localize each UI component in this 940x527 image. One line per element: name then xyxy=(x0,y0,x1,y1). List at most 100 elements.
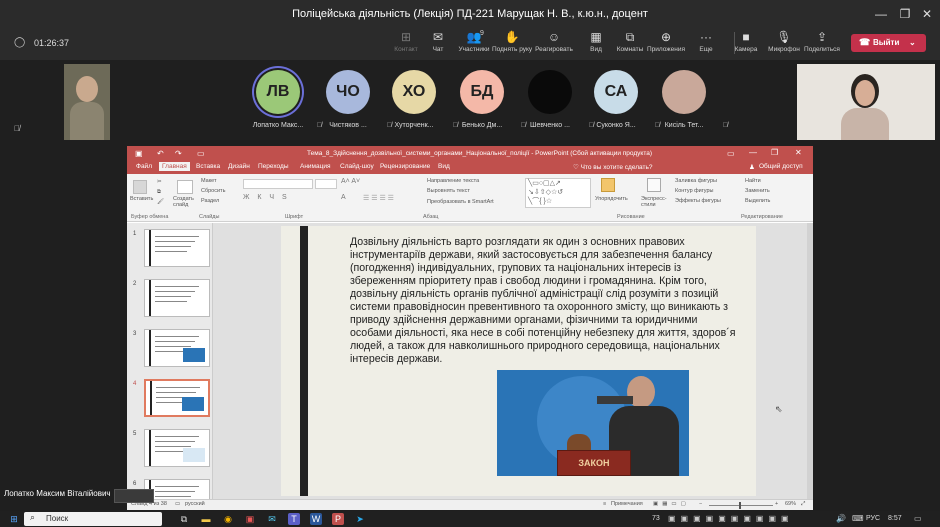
redo-icon[interactable]: ↷ xyxy=(175,149,182,158)
zoom-out-icon[interactable]: − xyxy=(699,501,702,507)
ribbon-tab[interactable]: Переходы xyxy=(255,162,292,171)
undo-icon[interactable]: ↶ xyxy=(157,149,164,158)
teacher-video-tile[interactable] xyxy=(797,64,935,140)
system-tray-icons[interactable]: ▣▣▣▣▣▣▣▣▣▣ xyxy=(668,514,794,523)
font-grow-icon[interactable]: A˄ A˅ xyxy=(341,178,360,185)
ribbon-tab[interactable]: Главная xyxy=(159,162,190,171)
slide-body-text[interactable]: Дозвільну діяльність варто розглядати як… xyxy=(350,236,740,366)
sound-icon[interactable]: 🔊 xyxy=(836,514,846,523)
notifications-icon[interactable]: ▭ xyxy=(914,514,922,523)
telegram-icon[interactable]: ➤ xyxy=(354,513,366,525)
slide-thumbnail[interactable] xyxy=(144,329,210,367)
quick-styles-button[interactable]: Экспресс-стили xyxy=(641,196,671,208)
app-icon-blue[interactable]: ✉ xyxy=(266,513,278,525)
maximize-icon[interactable]: ❐ xyxy=(894,4,916,24)
font-size-input[interactable] xyxy=(315,179,337,189)
toolbar-button-more[interactable]: ··· Еще xyxy=(686,30,726,53)
toolbar-button-apps[interactable]: ⊕ Приложения xyxy=(646,30,686,53)
toolbar-button-smile[interactable]: ☺ Реагировать xyxy=(534,30,574,53)
participant-tile[interactable]: ЛВ Лопатко Макс... 🎙̸ xyxy=(238,70,322,129)
keyboard-icon[interactable]: ⌨ xyxy=(852,514,864,523)
shape-effects-button[interactable]: Эффекты фигуры xyxy=(675,198,721,204)
ribbon-tab[interactable]: Слайд-шоу xyxy=(337,162,377,171)
taskbar-search-box[interactable]: ⌕ Поиск xyxy=(24,512,162,526)
file-explorer-icon[interactable]: ▬ xyxy=(200,513,212,525)
view-buttons[interactable]: ▣▦▭▢ xyxy=(653,501,690,507)
shape-fill-button[interactable]: Заливка фигуры xyxy=(675,178,717,184)
chevron-down-icon[interactable]: ⌄ xyxy=(909,38,916,47)
zoom-slider-thumb[interactable] xyxy=(739,502,741,509)
zoom-level[interactable]: 69% xyxy=(785,501,796,507)
chrome-icon[interactable]: ◉ xyxy=(222,513,234,525)
toolbar-button-mic[interactable]: 🎙 Микрофон xyxy=(764,30,804,53)
smartart-button[interactable]: Преобразовать в SmartArt xyxy=(427,199,494,205)
minimize-icon[interactable]: — xyxy=(749,148,757,157)
participant-video-tile[interactable] xyxy=(64,64,110,140)
ribbon-tab[interactable]: Рецензирование xyxy=(377,162,433,171)
ribbon-tab[interactable]: Дизайн xyxy=(225,162,253,171)
close-icon[interactable]: ✕ xyxy=(916,4,938,24)
ribbon-tab[interactable]: Файл xyxy=(133,162,155,171)
toolbar-button-rooms[interactable]: ⧉ Комнаты xyxy=(610,30,650,53)
close-icon[interactable]: ✕ xyxy=(795,148,802,157)
self-video-preview[interactable] xyxy=(114,489,154,503)
shapes-gallery[interactable]: ╲▭○▢△↗ ↘⇩⇧◇☆↺ ╲⌒{ }☆ xyxy=(525,178,591,208)
slide-image[interactable]: ЗАКОН xyxy=(497,370,689,476)
copy-icon[interactable]: ⧉ xyxy=(157,189,161,196)
paragraph-align-icons[interactable]: ☰ ☰ ☰ ☰ xyxy=(363,194,394,202)
shape-outline-button[interactable]: Контур фигуры xyxy=(675,188,713,194)
save-icon[interactable]: ▣ xyxy=(135,149,143,158)
share-button[interactable]: Общий доступ xyxy=(759,163,803,170)
arrange-icon[interactable] xyxy=(601,178,615,192)
arrange-button[interactable]: Упорядочить xyxy=(595,196,628,202)
slideshow-icon[interactable]: ▭ xyxy=(197,149,205,158)
font-color-icon[interactable]: A xyxy=(341,194,346,201)
notes-button[interactable]: Примечания xyxy=(611,501,643,507)
cut-icon[interactable]: ✂ xyxy=(157,179,162,185)
new-slide-icon[interactable] xyxy=(177,180,193,194)
ribbon-options-icon[interactable]: ▭ xyxy=(727,149,735,158)
zoom-slider[interactable] xyxy=(709,505,773,506)
quick-styles-icon[interactable] xyxy=(647,178,661,192)
vertical-scrollbar[interactable] xyxy=(807,223,813,499)
windows-start-icon[interactable]: ⊞ xyxy=(8,513,20,525)
weather-badge[interactable]: 73 xyxy=(652,515,660,522)
toolbar-button-people[interactable]: 👥 9 Участники xyxy=(454,30,494,53)
powerpoint-icon[interactable]: P xyxy=(332,513,344,525)
ribbon-tab[interactable]: Вставка xyxy=(193,162,223,171)
reset-button[interactable]: Сбросить xyxy=(201,188,225,194)
new-slide-button[interactable]: Создать слайд xyxy=(173,196,203,208)
slide-thumbnail[interactable] xyxy=(144,229,210,267)
restore-icon[interactable]: ❐ xyxy=(771,148,778,157)
zoom-in-icon[interactable]: + xyxy=(775,501,778,507)
align-text-button[interactable]: Выровнять текст xyxy=(427,188,470,194)
ribbon-tab[interactable]: Вид xyxy=(435,162,453,171)
replace-button[interactable]: Заменить xyxy=(745,188,770,194)
toolbar-button-share[interactable]: ⇪ Поделиться xyxy=(802,30,842,53)
find-button[interactable]: Найти xyxy=(745,178,761,184)
font-style-buttons[interactable]: Ж К Ч S xyxy=(243,194,290,201)
slide-thumbnail[interactable] xyxy=(144,429,210,467)
language-indicator[interactable]: РУС xyxy=(866,515,880,522)
tell-me-box[interactable]: ♡ Что вы хотите сделать? xyxy=(573,163,653,171)
layout-button[interactable]: Макет xyxy=(201,178,217,184)
word-icon[interactable]: W xyxy=(310,513,322,525)
fit-slide-icon[interactable]: ⤢ xyxy=(801,501,805,508)
slide-thumbnail[interactable] xyxy=(144,379,210,417)
leave-button[interactable]: ☎ Выйти ⌄ xyxy=(851,34,926,52)
ribbon-tab[interactable]: Анимация xyxy=(297,162,334,171)
text-direction-button[interactable]: Направление текста xyxy=(427,178,479,184)
font-name-input[interactable] xyxy=(243,179,313,189)
paste-button[interactable]: Вставить xyxy=(130,196,153,202)
spellcheck-icon[interactable]: ▭ xyxy=(175,501,180,507)
toolbar-button-chat[interactable]: ✉ Чат xyxy=(418,30,458,53)
teams-icon[interactable]: T xyxy=(288,513,300,525)
task-view-icon[interactable]: ⧉ xyxy=(178,513,190,525)
minimize-icon[interactable]: — xyxy=(870,4,892,24)
slide-thumbnail[interactable] xyxy=(144,279,210,317)
format-painter-icon[interactable]: 🖌 xyxy=(157,199,164,205)
section-button[interactable]: Раздел xyxy=(201,198,219,204)
clock[interactable]: 8:57 xyxy=(888,515,902,522)
app-icon-red[interactable]: ▣ xyxy=(244,513,256,525)
select-button[interactable]: Выделить xyxy=(745,198,770,204)
